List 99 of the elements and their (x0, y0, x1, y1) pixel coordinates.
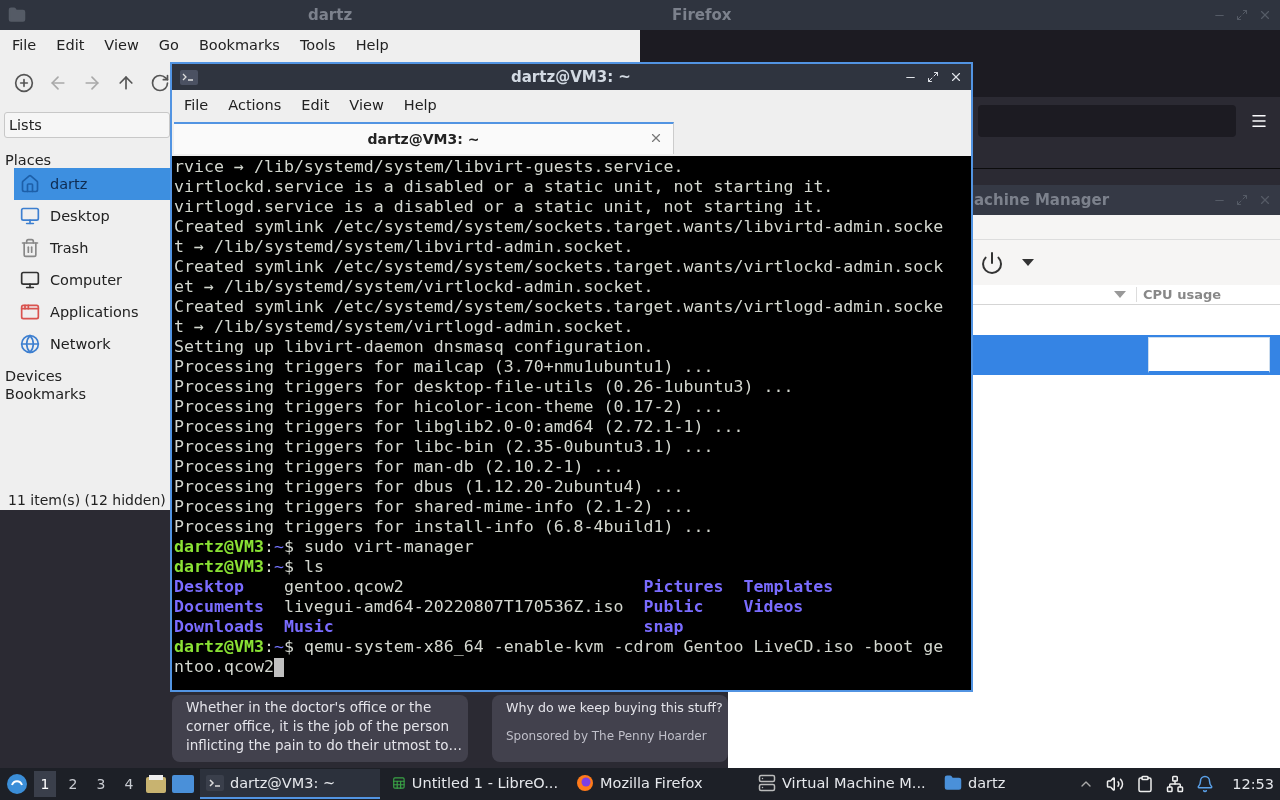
terminal-line: dartz@VM3:~$ sudo virt-manager (174, 537, 474, 557)
sort-caret-icon (1114, 291, 1126, 298)
menu-item[interactable]: File (174, 93, 219, 117)
menu-item[interactable]: Actions (218, 93, 292, 117)
workspace-button[interactable]: 1 (34, 771, 56, 797)
trash-icon (20, 238, 40, 258)
home-folder-icon (20, 174, 40, 194)
place-item[interactable]: Network (14, 328, 170, 360)
reload-icon[interactable] (150, 73, 170, 93)
menu-item[interactable]: Bookmarks (188, 33, 290, 57)
terminal-line: Created symlink /etc/systemd/system/sockets.target.wants/libvirtd-admin.socke (174, 217, 944, 237)
place-item[interactable]: dartz (14, 168, 170, 200)
section-heading: Bookmarks (4, 385, 86, 402)
terminal-line: Processing triggers for libc-bin (2.35-0ubuntu3.1) ... (174, 437, 714, 457)
section-heading: Places (4, 151, 52, 168)
terminal-line: Created symlink /etc/systemd/system/sockets.target.wants/virtlockd-admin.sock (174, 257, 944, 277)
terminal-line: Processing triggers for libglib2.0-0:amd64 (2.72.1-1) ... (174, 417, 744, 437)
story-card[interactable]: Whether in the doctor's office or the corner office, it is the job of the person inflicting the pain to do their utmost to… (172, 695, 468, 762)
place-item[interactable]: Desktop (14, 200, 170, 232)
terminal-line: Created symlink /etc/systemd/system/sockets.target.wants/virtlogd-admin.socke (174, 297, 944, 317)
status-text: 11 item(s) (12 hidden) (7, 492, 166, 510)
menu-item[interactable]: Edit (291, 93, 340, 117)
terminal-line: Setting up libvirt-daemon dnsmasq configuration. (174, 337, 654, 357)
terminal-line: et → /lib/systemd/system/virtlockd-admin.socket. (174, 277, 654, 297)
terminal-line: Processing triggers for desktop-file-utils (0.26-1ubuntu3) ... (174, 377, 794, 397)
workspace-button[interactable]: 4 (118, 771, 140, 797)
menu-item[interactable]: View (94, 33, 149, 57)
terminal-line: ntoo.qcow2 (174, 657, 284, 677)
section-heading: Devices (4, 367, 63, 384)
maximize-icon[interactable] (927, 71, 939, 83)
folder-icon (944, 774, 962, 792)
power-icon[interactable] (980, 250, 1004, 275)
sponsor-text: Sponsored by The Penny Hoarder (506, 728, 707, 745)
window-title: dartz@VM3: ~ (511, 68, 631, 86)
applications-icon (20, 302, 40, 322)
story-title: Why do we keep buying this stuff? (506, 699, 723, 717)
new-window-icon[interactable] (14, 73, 34, 93)
terminal-line: Downloads Music snap (174, 617, 685, 637)
task-button[interactable]: Virtual Machine M... (752, 769, 932, 799)
task-button[interactable]: Untitled 1 - LibreO... (386, 769, 564, 799)
terminal-line: Documents livegui-amd64-20220807T170536Z.iso Public Videos (174, 597, 804, 617)
clock[interactable]: 12:53 (1232, 776, 1274, 792)
computer-icon (20, 270, 40, 290)
menu-icon[interactable] (1250, 112, 1268, 130)
network-icon[interactable] (1166, 775, 1185, 793)
terminal-line: Processing triggers for hicolor-icon-theme (0.17-2) ... (174, 397, 724, 417)
terminal-line: t → /lib/systemd/system/virtlogd-admin.socket. (174, 317, 634, 337)
menu-item[interactable]: Edit (46, 33, 95, 57)
terminal-line: rvice → /lib/systemd/system/libvirt-guests.service. (174, 157, 684, 177)
workspace-button[interactable]: 2 (62, 771, 84, 797)
place-item[interactable]: Applications (14, 296, 170, 328)
story-card[interactable]: Why do we keep buying this stuff? Sponsored by The Penny Hoarder (492, 695, 728, 762)
terminal-line: t → /lib/systemd/system/libvirtd-admin.socket. (174, 237, 634, 257)
terminal-icon (180, 69, 198, 85)
menu-item[interactable]: Tools (289, 33, 346, 57)
place-item[interactable]: Computer (14, 264, 170, 296)
network-icon (20, 334, 40, 354)
spreadsheet-icon (392, 774, 406, 792)
start-menu-icon[interactable] (6, 773, 28, 795)
terminal-icon (206, 775, 224, 791)
workspace-button[interactable]: 3 (90, 771, 112, 797)
terminal-line: Processing triggers for dbus (1.12.20-2ubuntu4) ... (174, 477, 684, 497)
terminal-line: Processing triggers for shared-mime-info (2.1-2) ... (174, 497, 694, 517)
terminal-line: Processing triggers for install-info (6.8-4build1) ... (174, 517, 714, 537)
column-header[interactable]: CPU usage (1136, 287, 1222, 302)
task-button[interactable]: dartz@VM3: ~ (200, 769, 380, 799)
vm-icon (758, 774, 776, 792)
menu-item[interactable]: Help (345, 33, 399, 57)
terminal-line: virtlockd.service is a disabled or a static unit, not starting it. (174, 177, 834, 197)
window-title: Firefox (672, 6, 732, 24)
file-cabinet-icon[interactable] (146, 775, 166, 793)
desktop-icon (20, 206, 40, 226)
menu-item[interactable]: Go (148, 33, 189, 57)
vm-row[interactable] (973, 335, 1280, 375)
folder-icon (8, 6, 26, 24)
terminal-line: Processing triggers for man-db (2.10.2-1) ... (174, 457, 624, 477)
window-title: achine Manager (974, 191, 1110, 209)
volume-icon[interactable] (1106, 775, 1125, 793)
terminal-line: dartz@VM3:~$ qemu-system-x86_64 -enable-kvm -cdrom Gentoo LiveCD.iso -boot ge (174, 637, 944, 657)
terminal-line: Processing triggers for mailcap (3.70+nmu1ubuntu1) ... (174, 357, 714, 377)
side-pane-selector[interactable]: Lists (4, 112, 170, 138)
terminal-line: Desktop gentoo.qcow2 Pictures Templates (174, 577, 834, 597)
place-item[interactable]: Trash (14, 232, 170, 264)
clipboard-icon[interactable] (1136, 775, 1155, 793)
task-button[interactable]: Mozilla Firefox (570, 769, 746, 799)
menu-item[interactable]: Help (393, 93, 447, 117)
notification-icon[interactable] (1196, 775, 1215, 793)
terminal-tab[interactable]: dartz@VM3: ~ (174, 122, 674, 154)
caret-icon[interactable] (1022, 258, 1034, 267)
menu-item[interactable]: View (339, 93, 394, 117)
terminal-line: dartz@VM3:~$ ls (174, 557, 324, 577)
close-icon[interactable] (649, 131, 663, 145)
close-icon[interactable] (949, 70, 963, 84)
menu-item[interactable]: File (2, 33, 47, 57)
task-button[interactable]: dartz (938, 769, 1028, 799)
terminal-line: virtlogd.service is a disabled or a static unit, not starting it. (174, 197, 824, 217)
firefox-icon (576, 774, 594, 792)
window-title: dartz (308, 6, 353, 24)
story-text: Whether in the doctor's office or the corner office, it is the job of the person inflicting the pain to do their utmost to… (186, 698, 462, 755)
